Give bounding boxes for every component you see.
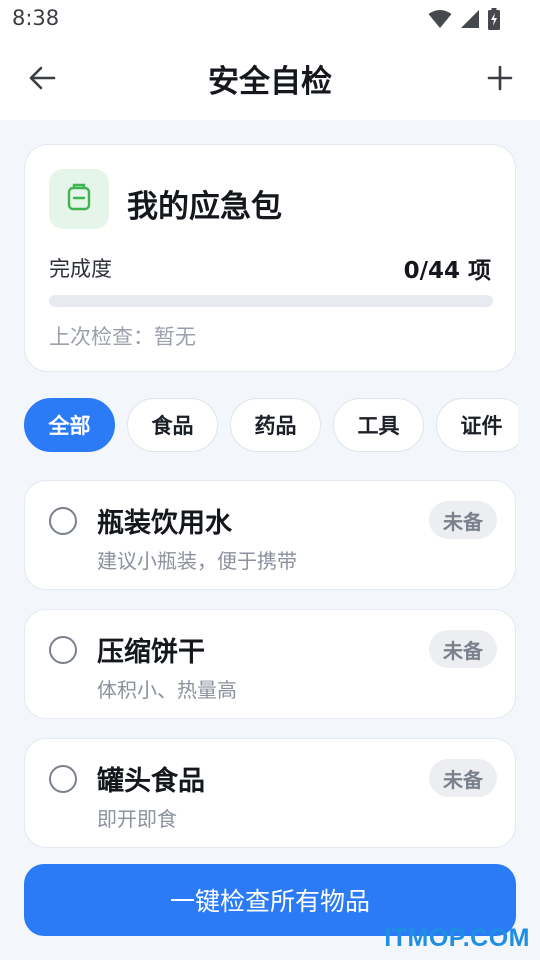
tab-documents[interactable]: 证件 xyxy=(436,398,518,452)
item-description: 体积小、热量高 xyxy=(97,678,237,702)
wifi-icon xyxy=(428,9,452,29)
kit-icon-box xyxy=(49,169,109,229)
battery-charging-icon xyxy=(488,8,500,30)
signal-icon xyxy=(460,9,480,29)
status-badge: 未备 xyxy=(429,501,497,539)
tab-all[interactable]: 全部 xyxy=(24,398,115,452)
status-icons xyxy=(428,8,500,30)
kit-title: 我的应急包 xyxy=(127,189,282,225)
item-name: 压缩饼干 xyxy=(97,637,205,668)
item-description: 建议小瓶装，便于携带 xyxy=(97,549,297,573)
tab-medicine[interactable]: 药品 xyxy=(230,398,321,452)
item-checkbox[interactable] xyxy=(49,636,77,664)
emergency-kit-card[interactable]: 我的应急包 完成度 0/44 项 上次检查：暂无 xyxy=(24,144,516,372)
list-item[interactable]: 罐头食品 即开即食 未备 xyxy=(24,738,516,848)
status-badge: 未备 xyxy=(429,759,497,797)
last-check-text: 上次检查：暂无 xyxy=(49,325,196,349)
tab-food[interactable]: 食品 xyxy=(127,398,218,452)
status-badge: 未备 xyxy=(429,630,497,668)
category-tabs: 全部 食品 药品 工具 证件 xyxy=(24,398,518,454)
progress-bar xyxy=(49,295,493,307)
item-checkbox[interactable] xyxy=(49,507,77,535)
app-header: 安全自检 xyxy=(0,38,540,120)
list-item[interactable]: 压缩饼干 体积小、热量高 未备 xyxy=(24,609,516,719)
tab-tools[interactable]: 工具 xyxy=(333,398,424,452)
status-bar: 8:38 xyxy=(0,0,540,38)
list-item[interactable]: 瓶装饮用水 建议小瓶装，便于携带 未备 xyxy=(24,480,516,590)
item-checkbox[interactable] xyxy=(49,765,77,793)
add-button[interactable] xyxy=(480,60,520,100)
item-name: 瓶装饮用水 xyxy=(97,508,232,539)
plus-icon xyxy=(487,65,513,95)
watermark-logo: ITMOP.COM xyxy=(384,924,530,952)
progress-count: 0/44 项 xyxy=(403,258,491,284)
status-time: 8:38 xyxy=(12,6,60,30)
progress-label: 完成度 xyxy=(49,257,112,281)
item-description: 即开即食 xyxy=(97,807,177,831)
page-title: 安全自检 xyxy=(208,64,332,100)
backpack-icon xyxy=(66,183,92,215)
item-name: 罐头食品 xyxy=(97,766,205,797)
